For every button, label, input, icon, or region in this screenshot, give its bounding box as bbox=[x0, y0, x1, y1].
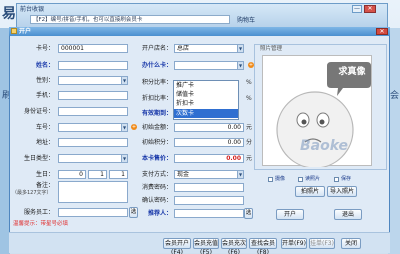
card-type-option[interactable]: 推广卡 bbox=[174, 81, 238, 90]
payment-label: 支付方式： bbox=[141, 171, 172, 178]
hold-order-button[interactable]: 挂单(F3) bbox=[309, 238, 335, 249]
save-photo-checkbox[interactable] bbox=[334, 177, 339, 182]
member-count-button[interactable]: 会员充次(F6) bbox=[221, 238, 247, 254]
recommender-label: 推荐人： bbox=[147, 210, 172, 217]
card-no-label: 卡号： bbox=[35, 45, 54, 52]
password-input[interactable] bbox=[174, 183, 244, 192]
price-input[interactable]: 0.00 bbox=[174, 154, 244, 163]
capture-label: 摄像 bbox=[275, 176, 286, 182]
birthday-type-select[interactable] bbox=[58, 154, 128, 163]
recommender-pick-button[interactable]: 选 bbox=[244, 208, 253, 219]
init-points-unit: 分 bbox=[246, 139, 253, 146]
password-label: 消费密码： bbox=[141, 184, 172, 191]
chevron-down-icon[interactable]: ▼ bbox=[121, 124, 127, 131]
required-fields-tip: 温馨提示：带星号必填 bbox=[13, 221, 69, 227]
price-label: 本卡售价： bbox=[141, 155, 172, 162]
card-type-option[interactable]: 折扣卡 bbox=[174, 99, 238, 108]
save-photo-label: 保存 bbox=[341, 176, 352, 182]
photo-placeholder-text: 求真像 bbox=[338, 67, 366, 77]
read-photo-label: 读照片 bbox=[305, 176, 321, 182]
member-search-input[interactable]: 【F2】编号/拼音/手机，也可以直接刷会员卡 bbox=[30, 15, 230, 24]
read-photo-checkbox[interactable] bbox=[298, 177, 303, 182]
chevron-down-icon[interactable]: ▼ bbox=[237, 45, 243, 52]
take-photo-button[interactable]: 拍照片 bbox=[295, 186, 325, 197]
chevron-down-icon[interactable]: ▼ bbox=[237, 171, 243, 178]
payment-select[interactable]: 现金 bbox=[174, 170, 244, 179]
background-right-text: 会 bbox=[390, 91, 400, 101]
close-button[interactable]: 关闭 bbox=[341, 238, 361, 249]
shop-label: 开户店名： bbox=[141, 45, 172, 52]
valid-until-label: 有效期到： bbox=[141, 110, 172, 117]
init-amount-label: 初始金额： bbox=[141, 124, 172, 131]
card-type-label: 办什么卡： bbox=[141, 62, 172, 69]
birthday-type-label: 生日类型： bbox=[23, 155, 54, 162]
open-account-button[interactable]: 开户 bbox=[276, 209, 304, 220]
id-card-label: 身份证号： bbox=[23, 108, 54, 115]
birthday-year-input[interactable]: 0 bbox=[58, 170, 86, 179]
confirm-password-input[interactable] bbox=[174, 196, 244, 205]
points-ratio-label: 积分比率： bbox=[141, 79, 172, 86]
init-points-label: 初始积分： bbox=[141, 139, 172, 146]
note-label: 备注： bbox=[35, 182, 54, 189]
card-no-input[interactable]: 000001 bbox=[58, 44, 128, 53]
dialog-titlebar[interactable] bbox=[9, 27, 390, 36]
birthday-label: 生日： bbox=[35, 171, 54, 178]
price-unit: 元 bbox=[246, 155, 253, 162]
shop-select[interactable]: 总店 bbox=[174, 44, 244, 53]
photo-group-label: 照片管理 bbox=[260, 46, 283, 52]
staff-label: 服务员工： bbox=[23, 209, 54, 216]
name-input[interactable] bbox=[58, 61, 128, 70]
card-type-option-selected[interactable]: 次数卡 bbox=[174, 109, 238, 118]
app-logo-glyph: 易 bbox=[2, 6, 16, 22]
staff-input[interactable] bbox=[58, 208, 128, 217]
import-photo-button[interactable]: 导入照片 bbox=[327, 186, 357, 197]
discount-ratio-label: 折扣比率： bbox=[141, 95, 172, 102]
birthday-month-input[interactable]: 1 bbox=[88, 170, 107, 179]
dialog-close-button[interactable]: ✕ bbox=[376, 28, 388, 35]
card-type-select[interactable] bbox=[174, 61, 244, 70]
checkout-minimize-button[interactable]: — bbox=[352, 5, 362, 13]
checkout-window-title: 前台收银 bbox=[20, 6, 45, 13]
points-ratio-unit: % bbox=[246, 79, 252, 86]
exit-button[interactable]: 退出 bbox=[334, 209, 362, 220]
address-label: 地址： bbox=[35, 139, 54, 146]
init-amount-unit: 元 bbox=[246, 124, 253, 131]
cart-label: 购物车 bbox=[237, 17, 256, 24]
checkout-close-button[interactable]: ✕ bbox=[364, 5, 376, 13]
init-points-input[interactable]: 0.00 bbox=[174, 138, 244, 147]
phone-input[interactable] bbox=[58, 91, 128, 100]
gender-select[interactable] bbox=[58, 76, 128, 85]
init-amount-input[interactable]: 0.00 bbox=[174, 123, 244, 132]
address-input[interactable] bbox=[58, 138, 128, 147]
discount-ratio-unit: % bbox=[246, 95, 252, 102]
plate-select[interactable] bbox=[58, 123, 128, 132]
member-recharge-button[interactable]: 会员充值(F5) bbox=[193, 238, 219, 254]
card-type-option[interactable]: 储值卡 bbox=[174, 90, 238, 99]
app-icon bbox=[11, 28, 17, 34]
capture-checkbox[interactable] bbox=[268, 177, 273, 182]
note-hint: （最多127文字） bbox=[12, 190, 52, 196]
plate-label: 车号： bbox=[35, 124, 54, 131]
open-order-button[interactable]: 开单(F9) bbox=[281, 238, 307, 249]
note-textarea[interactable] bbox=[58, 181, 128, 203]
recommender-input[interactable] bbox=[174, 209, 244, 218]
gender-label: 性别： bbox=[35, 77, 54, 84]
watermark-logo: Baoke bbox=[300, 138, 349, 154]
phone-label: 手机： bbox=[35, 92, 54, 99]
chevron-down-icon[interactable]: ▼ bbox=[121, 77, 127, 84]
chevron-down-icon[interactable]: ▼ bbox=[237, 62, 243, 69]
id-card-input[interactable] bbox=[58, 107, 128, 116]
chevron-down-icon[interactable]: ▼ bbox=[121, 155, 127, 162]
name-label: 姓名： bbox=[35, 62, 54, 69]
member-open-button[interactable]: 会员开户(F4) bbox=[163, 238, 191, 254]
birthday-day-input[interactable]: 1 bbox=[109, 170, 128, 179]
find-member-button[interactable]: 查找会员(F8) bbox=[249, 238, 277, 254]
dialog-title: 开户 bbox=[19, 28, 32, 35]
confirm-password-label: 确认密码： bbox=[141, 197, 172, 204]
